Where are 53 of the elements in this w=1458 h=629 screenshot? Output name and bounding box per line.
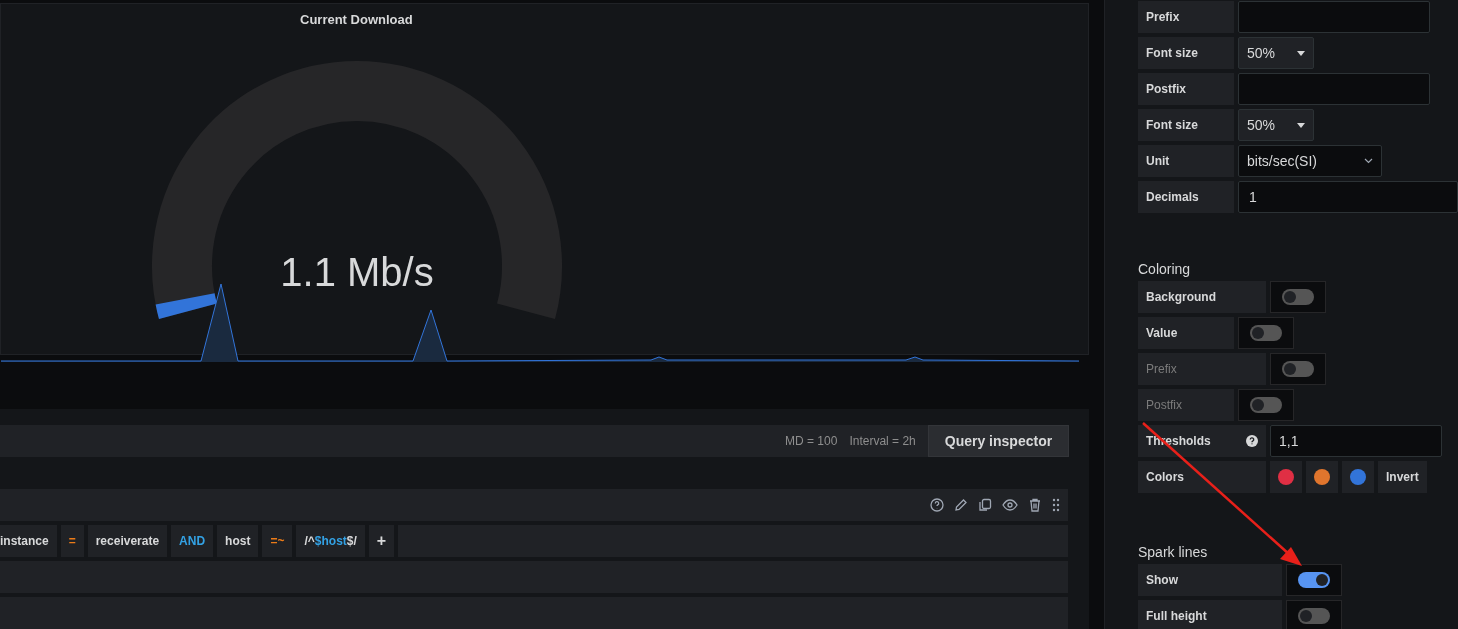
color-swatch-button[interactable]: [1342, 461, 1374, 493]
text-input-field[interactable]: 1: [1238, 181, 1458, 213]
query-operator[interactable]: =~: [262, 525, 293, 557]
invert-button[interactable]: Invert: [1378, 461, 1427, 493]
color-swatch-button[interactable]: [1306, 461, 1338, 493]
panel-title: Current Download: [300, 11, 413, 29]
option-label: Prefix: [1138, 353, 1266, 385]
option-label: Prefix: [1138, 1, 1234, 33]
section-title: Coloring: [1138, 260, 1192, 279]
option-label: Font size: [1138, 37, 1234, 69]
option-label: Decimals: [1138, 181, 1234, 213]
thresholds-input[interactable]: 1,1: [1270, 425, 1442, 457]
help-icon[interactable]: [1246, 435, 1258, 447]
text-input-field[interactable]: [1238, 1, 1430, 33]
option-label: Unit: [1138, 145, 1234, 177]
unit-picker[interactable]: bits/sec(SI): [1238, 145, 1382, 177]
query-inspector-button[interactable]: Query inspector: [927, 425, 1070, 457]
query-segment[interactable]: receiverate: [87, 525, 168, 557]
font-size-select[interactable]: 50%: [1238, 37, 1314, 69]
query-segment[interactable]: host: [217, 525, 259, 557]
toggle-switch[interactable]: [1286, 564, 1342, 596]
query-keyword: AND: [171, 525, 214, 557]
query-operator[interactable]: =: [60, 525, 84, 557]
gauge-value: 1.1 Mb/s: [280, 250, 434, 294]
max-data-points: MD = 100: [785, 433, 838, 450]
section-title: Spark lines: [1138, 543, 1209, 562]
option-label: Full height: [1138, 600, 1282, 629]
chevron-down-icon: [1364, 158, 1373, 164]
query-segment[interactable]: instance: [0, 525, 57, 557]
eye-icon[interactable]: [1002, 498, 1019, 512]
option-label: Postfix: [1138, 73, 1234, 105]
caret-icon: [1297, 122, 1305, 128]
option-label: Background: [1138, 281, 1266, 313]
interval-text: Interval = 2h: [849, 433, 916, 450]
duplicate-icon[interactable]: [978, 498, 993, 512]
text-input-field[interactable]: [1238, 73, 1430, 105]
option-label: Value: [1138, 317, 1234, 349]
add-button[interactable]: +: [368, 525, 395, 557]
color-swatch-button[interactable]: [1270, 461, 1302, 493]
help-icon[interactable]: [930, 498, 945, 512]
edit-icon[interactable]: [954, 498, 969, 512]
option-label: Colors: [1138, 461, 1266, 493]
option-label: Show: [1138, 564, 1282, 596]
toggle-switch[interactable]: [1286, 600, 1342, 629]
font-size-select[interactable]: 50%: [1238, 109, 1314, 141]
query-segment[interactable]: /^$host$/: [296, 525, 365, 557]
option-label: Postfix: [1138, 389, 1234, 421]
drag-handle-icon[interactable]: [1052, 498, 1061, 512]
trash-icon[interactable]: [1028, 498, 1043, 512]
option-label: Font size: [1138, 109, 1234, 141]
toggle-switch[interactable]: [1238, 317, 1294, 349]
caret-icon: [1297, 50, 1305, 56]
toggle-switch[interactable]: [1270, 281, 1326, 313]
